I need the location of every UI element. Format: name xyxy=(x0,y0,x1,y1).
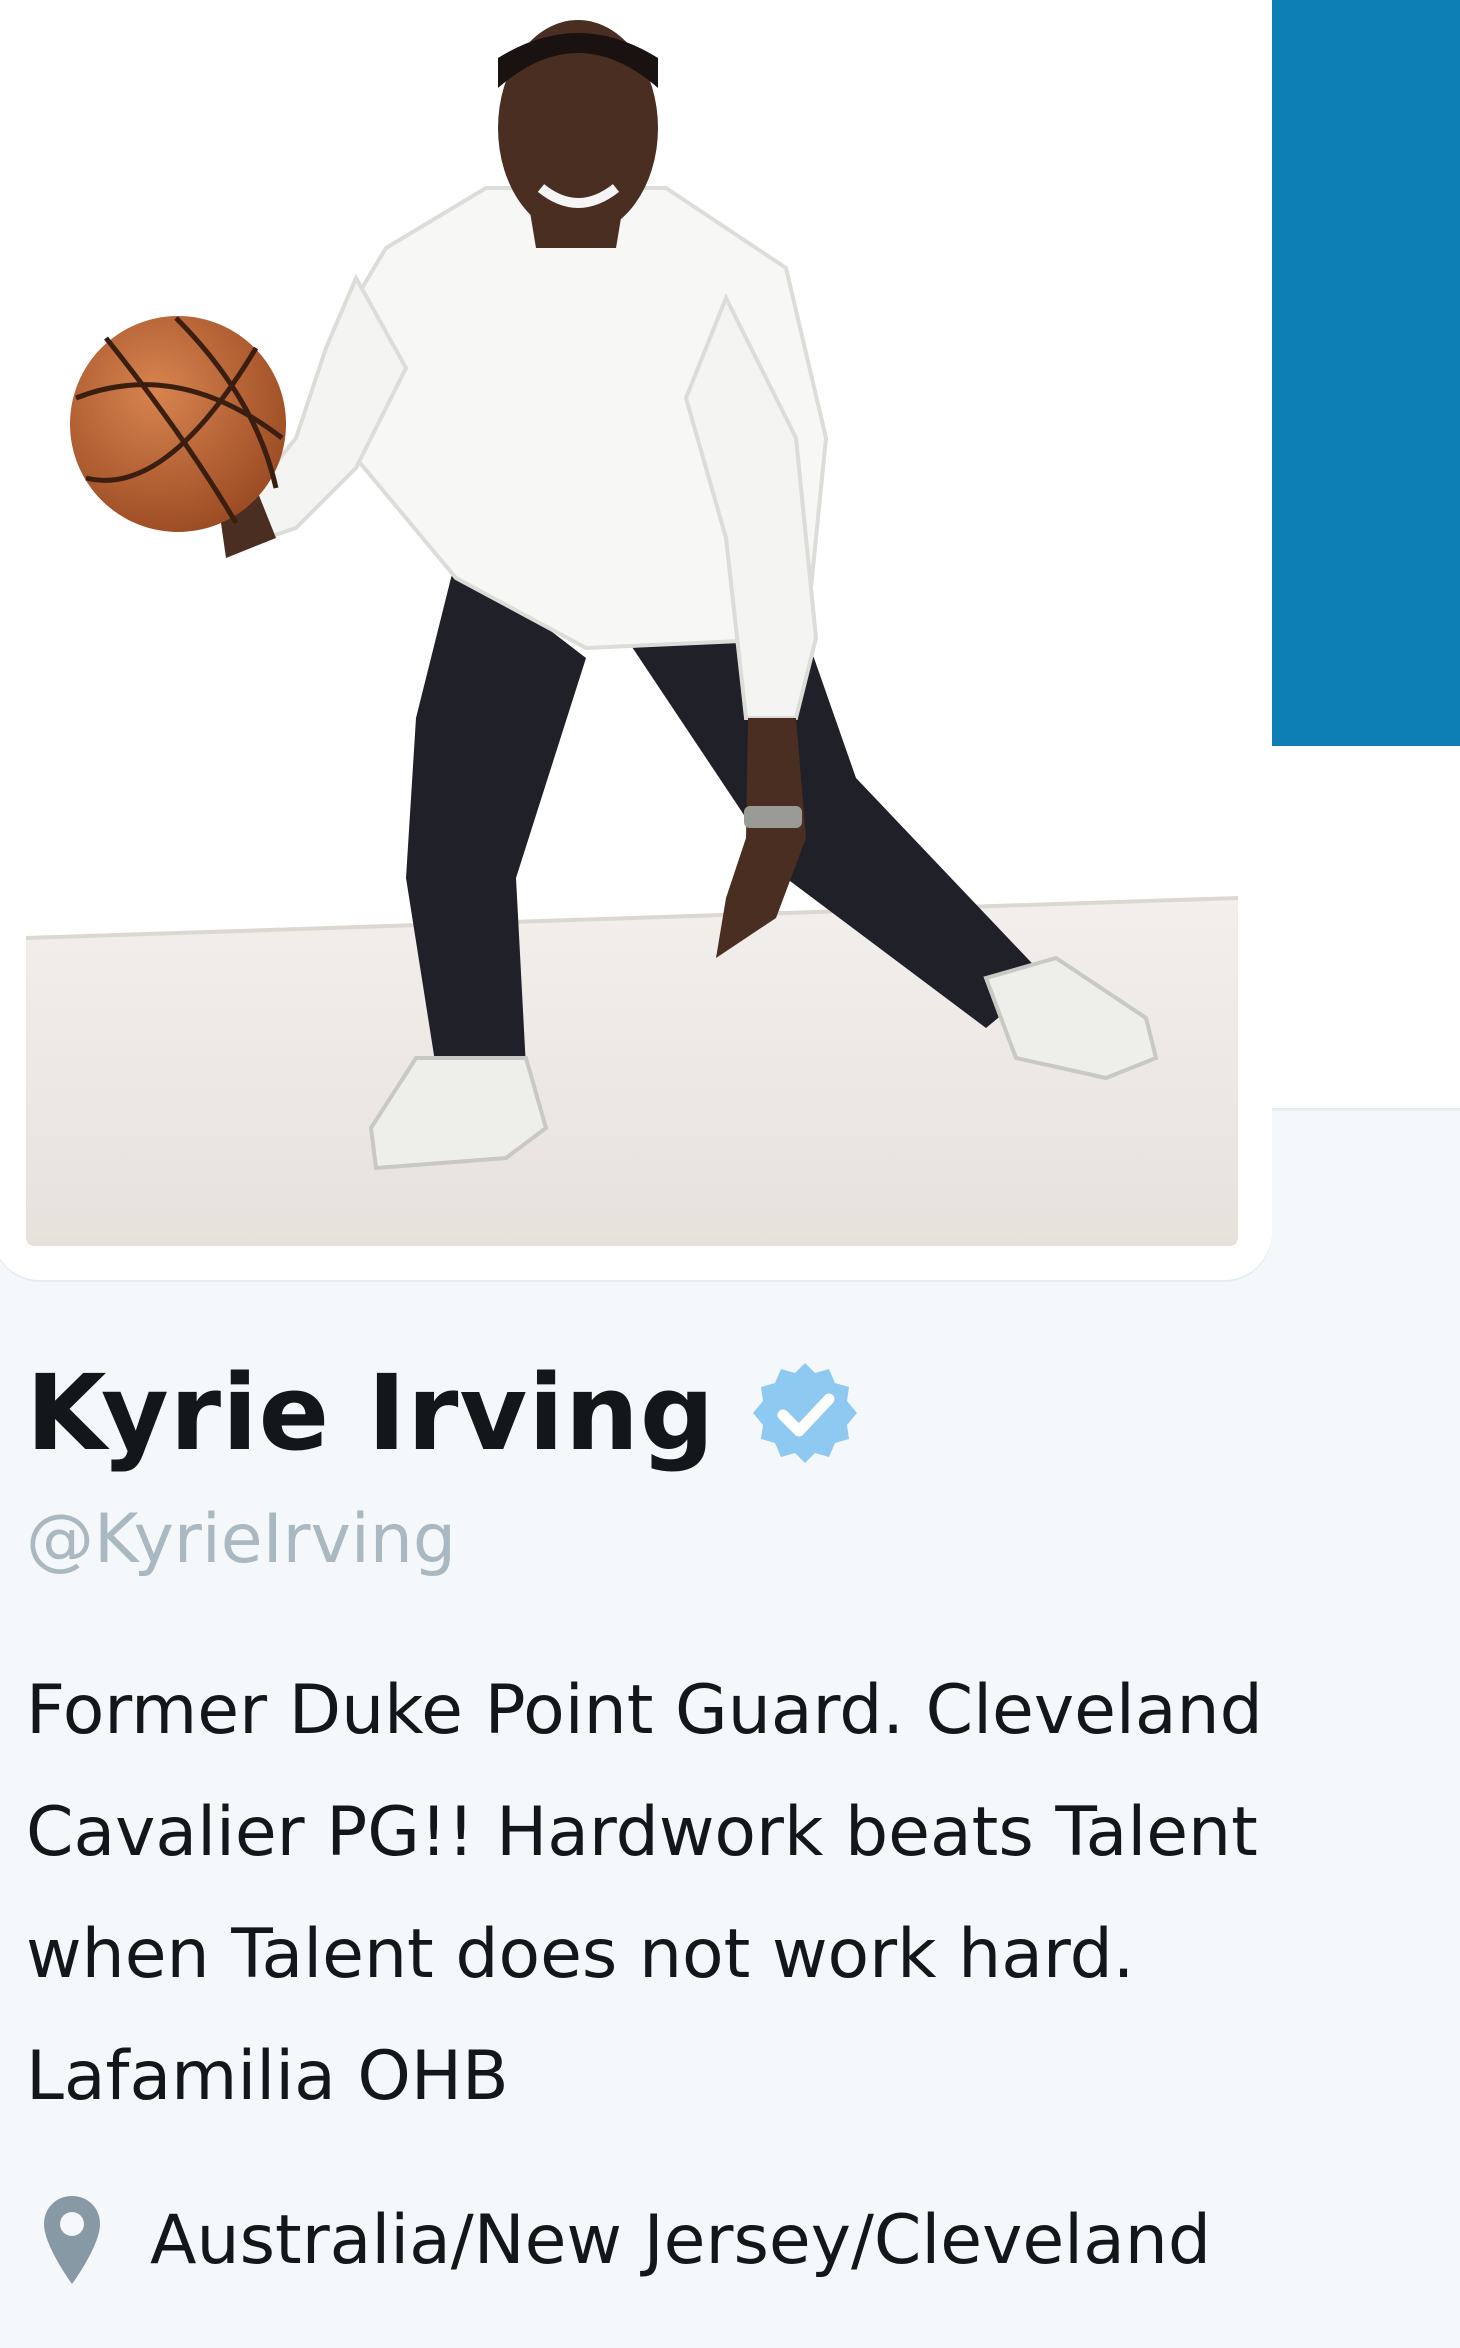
avatar-illustration xyxy=(26,18,1238,1246)
profile-name[interactable]: Kyrie Irving xyxy=(26,1352,715,1474)
bio-line: Former Duke Point Guard. Cleveland xyxy=(26,1671,1263,1750)
profile-handle[interactable]: @KyrieIrving xyxy=(26,1500,456,1579)
bio-line: Cavalier PG!! Hardwork beats Talent xyxy=(26,1793,1258,1872)
bio-line: Lafamilia OHB xyxy=(26,2037,509,2116)
location-text: Australia/New Jersey/Cleveland xyxy=(150,2200,1212,2280)
verified-badge-icon[interactable] xyxy=(751,1359,859,1467)
profile-location: Australia/New Jersey/Cleveland xyxy=(40,2180,1211,2300)
profile-name-row: Kyrie Irving xyxy=(26,1348,859,1478)
location-pin-icon xyxy=(40,2192,104,2288)
header-divider xyxy=(1272,1108,1460,1111)
bio-line: when Talent does not work hard. xyxy=(26,1915,1135,1994)
header-banner[interactable] xyxy=(1272,0,1460,746)
profile-bio: Former Duke Point Guard. Cleveland Caval… xyxy=(26,1650,1460,2138)
profile-avatar-card[interactable] xyxy=(0,0,1272,1280)
profile-avatar-photo[interactable] xyxy=(26,18,1238,1246)
